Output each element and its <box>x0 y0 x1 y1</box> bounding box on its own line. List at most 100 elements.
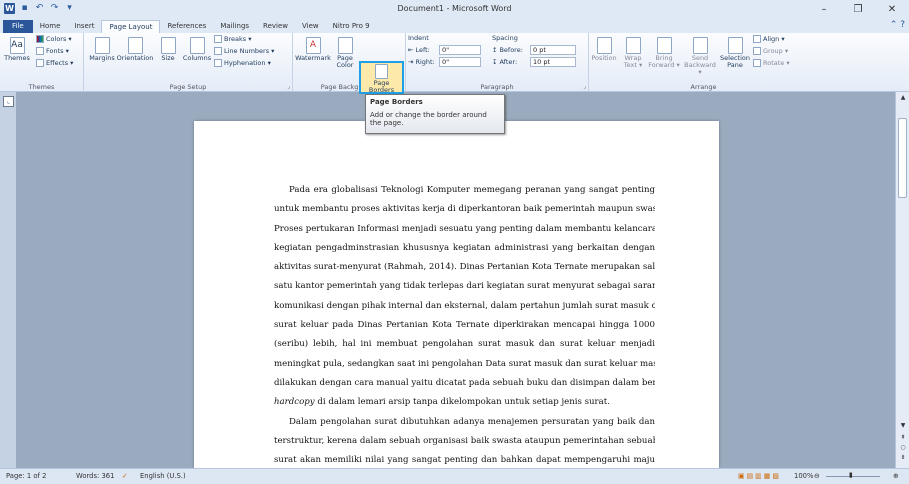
rotate-button[interactable]: Rotate ▾ <box>753 59 790 67</box>
window-controls: – ❐ ✕ <box>807 0 909 19</box>
browse-object-icon[interactable]: ○ <box>896 444 909 451</box>
spacing-after-input[interactable]: 10 pt <box>530 57 576 67</box>
paragraph-group: Indent ⇤ Left: 0" ⇥ Right: 0" Spacing ↥ Bef… <box>406 33 589 92</box>
text-line: hardcopy di dalam lemari arsip tanpa dik… <box>274 397 610 408</box>
tooltip-body: Add or change the border around the page… <box>370 111 487 127</box>
scroll-up-icon[interactable]: ▲ <box>896 94 909 101</box>
arrange-group-label: Arrange <box>690 83 717 91</box>
maximize-button[interactable]: ❐ <box>841 0 875 19</box>
position-icon <box>596 37 612 54</box>
group-icon <box>753 47 761 55</box>
orientation-button[interactable]: Orientation <box>116 37 154 62</box>
text-line: Proses pertukaran Informasi menjadi sesu… <box>274 223 655 234</box>
tab-view[interactable]: View <box>295 20 326 33</box>
proofing-icon[interactable]: ✓ <box>122 472 128 480</box>
text-line: aktivitas surat-menyurat (Rahmah, 2014).… <box>274 262 655 273</box>
columns-icon <box>189 37 205 54</box>
zoom-level[interactable]: 100% <box>794 472 813 480</box>
view-buttons[interactable]: ▣ ▤ ▥ ▦ ▧ <box>738 472 779 480</box>
tab-page-layout[interactable]: Page Layout <box>101 20 161 33</box>
indent-left-input[interactable]: 0" <box>439 45 481 55</box>
tab-file[interactable]: File <box>3 20 33 33</box>
line-numbers-button[interactable]: Line Numbers ▾ <box>214 47 274 55</box>
spacing-before-input[interactable]: 0 pt <box>530 45 576 55</box>
ruler-toggle-icon[interactable]: ⌞ <box>3 96 14 107</box>
next-page-icon[interactable]: ⇟ <box>896 454 909 461</box>
italic-text: hardcopy <box>274 397 315 408</box>
text-line: satu kantor pemerintah yang tidak terlep… <box>274 281 655 292</box>
effects-button[interactable]: Effects ▾ <box>36 59 73 67</box>
zoom-slider-thumb[interactable]: ▮ <box>849 471 853 479</box>
indent-right-input[interactable]: 0" <box>439 57 481 67</box>
paragraph-1: Pada era globalisasi Teknologi Komputer … <box>274 181 655 484</box>
bring-forward-icon <box>656 37 672 54</box>
ribbon-tabs: File Home Insert Page Layout References … <box>0 19 909 33</box>
hyphenation-button[interactable]: Hyphenation ▾ <box>214 59 271 67</box>
previous-page-icon[interactable]: ⇞ <box>896 434 909 441</box>
hyphenation-icon <box>214 59 222 67</box>
themes-button[interactable]: Aa Themes <box>3 37 31 62</box>
title-bar: W ▪ ↶ ↷ ▾ Document1 - Microsoft Word – ❐… <box>0 0 909 19</box>
tab-home[interactable]: Home <box>33 20 68 33</box>
indent-right-icon: ⇥ <box>408 58 414 66</box>
margins-icon <box>94 37 110 54</box>
watermark-button[interactable]: A Watermark <box>295 37 331 62</box>
text-line: meningkat pula, sedangkan saat ini pengo… <box>274 358 655 369</box>
indent-right-label: ⇥ Right: <box>408 58 435 66</box>
size-button[interactable]: Size <box>156 37 180 62</box>
fonts-button[interactable]: Fonts ▾ <box>36 47 69 55</box>
page-setup-group: Margins Orientation Size Columns Breaks … <box>84 33 293 92</box>
scroll-down-icon[interactable]: ▼ <box>896 422 909 429</box>
tab-nitro-pro[interactable]: Nitro Pro 9 <box>326 20 377 33</box>
columns-button[interactable]: Columns <box>182 37 212 62</box>
text-line: Dalam pengolahan surat dibutuhkan adanya… <box>289 416 655 427</box>
document-page[interactable]: Pada era globalisasi Teknologi Komputer … <box>194 121 719 484</box>
themes-group-label: Themes <box>28 83 55 91</box>
tab-review[interactable]: Review <box>256 20 295 33</box>
page-borders-button[interactable]: Page Borders <box>359 61 404 94</box>
colors-button[interactable]: Colors ▾ <box>36 35 72 43</box>
word-count[interactable]: Words: 361 <box>76 472 114 480</box>
group-button[interactable]: Group ▾ <box>753 47 788 55</box>
page-borders-inner: Page Borders <box>361 64 402 94</box>
page-color-button[interactable]: Page Color <box>333 37 357 69</box>
close-button[interactable]: ✕ <box>875 0 909 19</box>
zoom-out-icon[interactable]: ⊖ <box>814 472 820 480</box>
text-line: terstruktur, kerena dalam sebuah organis… <box>274 435 655 446</box>
vertical-scrollbar[interactable]: ▲ ▼ ⇞ ○ ⇟ <box>895 92 909 468</box>
selection-pane-button[interactable]: Selection Pane <box>719 37 751 69</box>
wrap-text-button[interactable]: Wrap Text ▾ <box>619 37 647 69</box>
page-count[interactable]: Page: 1 of 2 <box>6 472 46 480</box>
tab-references[interactable]: References <box>160 20 213 33</box>
minimize-button[interactable]: – <box>807 0 841 19</box>
zoom-slider[interactable] <box>826 476 880 477</box>
tab-insert[interactable]: Insert <box>67 20 101 33</box>
language[interactable]: English (U.S.) <box>140 472 186 480</box>
spacing-after-icon: ↧ <box>492 58 498 66</box>
paragraph-launcher-icon[interactable]: ⌟ <box>583 83 586 90</box>
themes-group: Aa Themes Colors ▾ Fonts ▾ Effects ▾ The… <box>0 33 84 92</box>
page-setup-launcher-icon[interactable]: ⌟ <box>287 83 290 90</box>
spacing-before-label: ↥ Before: <box>492 46 523 54</box>
margins-button[interactable]: Margins <box>88 37 116 62</box>
send-backward-button[interactable]: Send Backward ▾ <box>682 37 718 76</box>
wrap-text-icon <box>625 37 641 54</box>
bring-forward-button[interactable]: Bring Forward ▾ <box>647 37 681 69</box>
align-button[interactable]: Align ▾ <box>753 35 785 43</box>
status-bar: Page: 1 of 2 Words: 361 ✓ English (U.S.)… <box>0 468 909 484</box>
text-line: (seribu) lebih, hal ini membuat pengolah… <box>274 339 655 350</box>
position-button[interactable]: Position <box>589 37 619 62</box>
scrollbar-thumb[interactable] <box>898 118 907 198</box>
text-line: komunikasi dengan pihak internal dan eks… <box>274 300 655 311</box>
tab-mailings[interactable]: Mailings <box>213 20 256 33</box>
text-line: kegiatan pengadminstrasian khususnya keg… <box>274 242 655 253</box>
indent-label: Indent <box>408 34 429 42</box>
help-icon[interactable]: ⌃ ? <box>890 20 905 30</box>
effects-icon <box>36 59 44 67</box>
page-setup-group-label: Page Setup <box>169 83 207 91</box>
indent-left-label: ⇤ Left: <box>408 46 430 54</box>
text-line: untuk membantu proses aktivitas kerja di… <box>274 204 655 215</box>
breaks-button[interactable]: Breaks ▾ <box>214 35 251 43</box>
size-icon <box>160 37 176 54</box>
zoom-in-icon[interactable]: ⊕ <box>893 472 899 480</box>
